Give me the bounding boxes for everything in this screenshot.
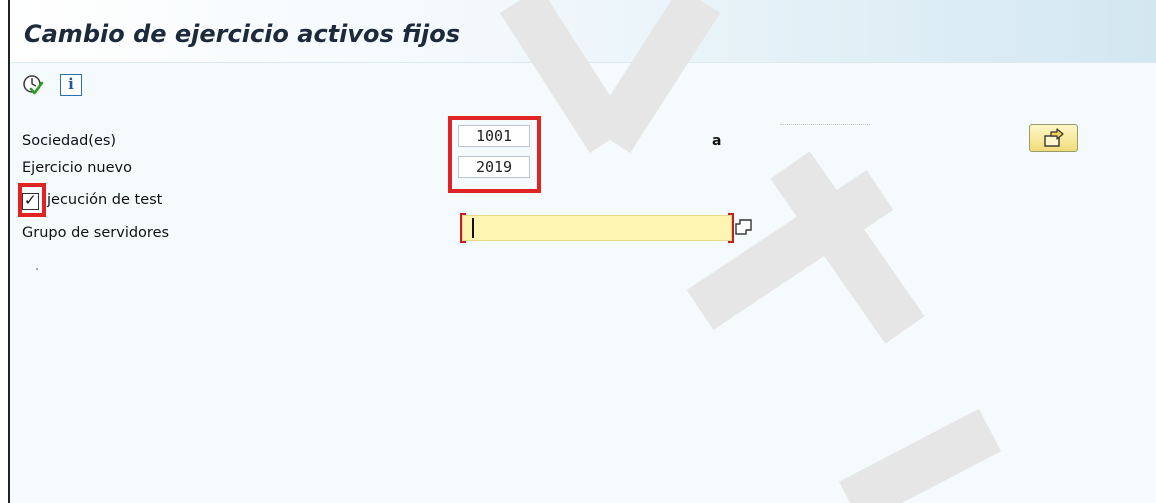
sociedad-to-input[interactable] [780,124,870,145]
execute-icon[interactable] [22,74,44,96]
text-cursor [472,218,474,238]
grupo-servidores-input[interactable] [462,215,732,241]
required-bracket-left [460,213,466,243]
multiple-selection-button[interactable] [1029,124,1078,152]
info-icon[interactable]: i [60,74,82,96]
value-help-icon[interactable] [735,218,753,236]
test-run-label: jecución de test [47,192,163,208]
required-bracket-right [728,213,734,243]
decoration-dot [36,268,38,270]
range-to-label: a [712,133,722,149]
page-title: Cambio de ejercicio activos fijos [24,20,461,48]
title-bar: Cambio de ejercicio activos fijos [10,0,1156,63]
sociedad-label: Sociedad(es) [22,133,117,149]
ejercicio-label: Ejercicio nuevo [22,160,132,176]
multiple-selection-icon [1044,128,1064,147]
highlight-box-checkbox [18,183,46,217]
app-window: Cambio de ejercicio activos fijos i Soci… [8,0,1156,503]
grupo-servidores-label: Grupo de servidores [22,225,170,241]
highlight-box-fields [448,116,541,193]
